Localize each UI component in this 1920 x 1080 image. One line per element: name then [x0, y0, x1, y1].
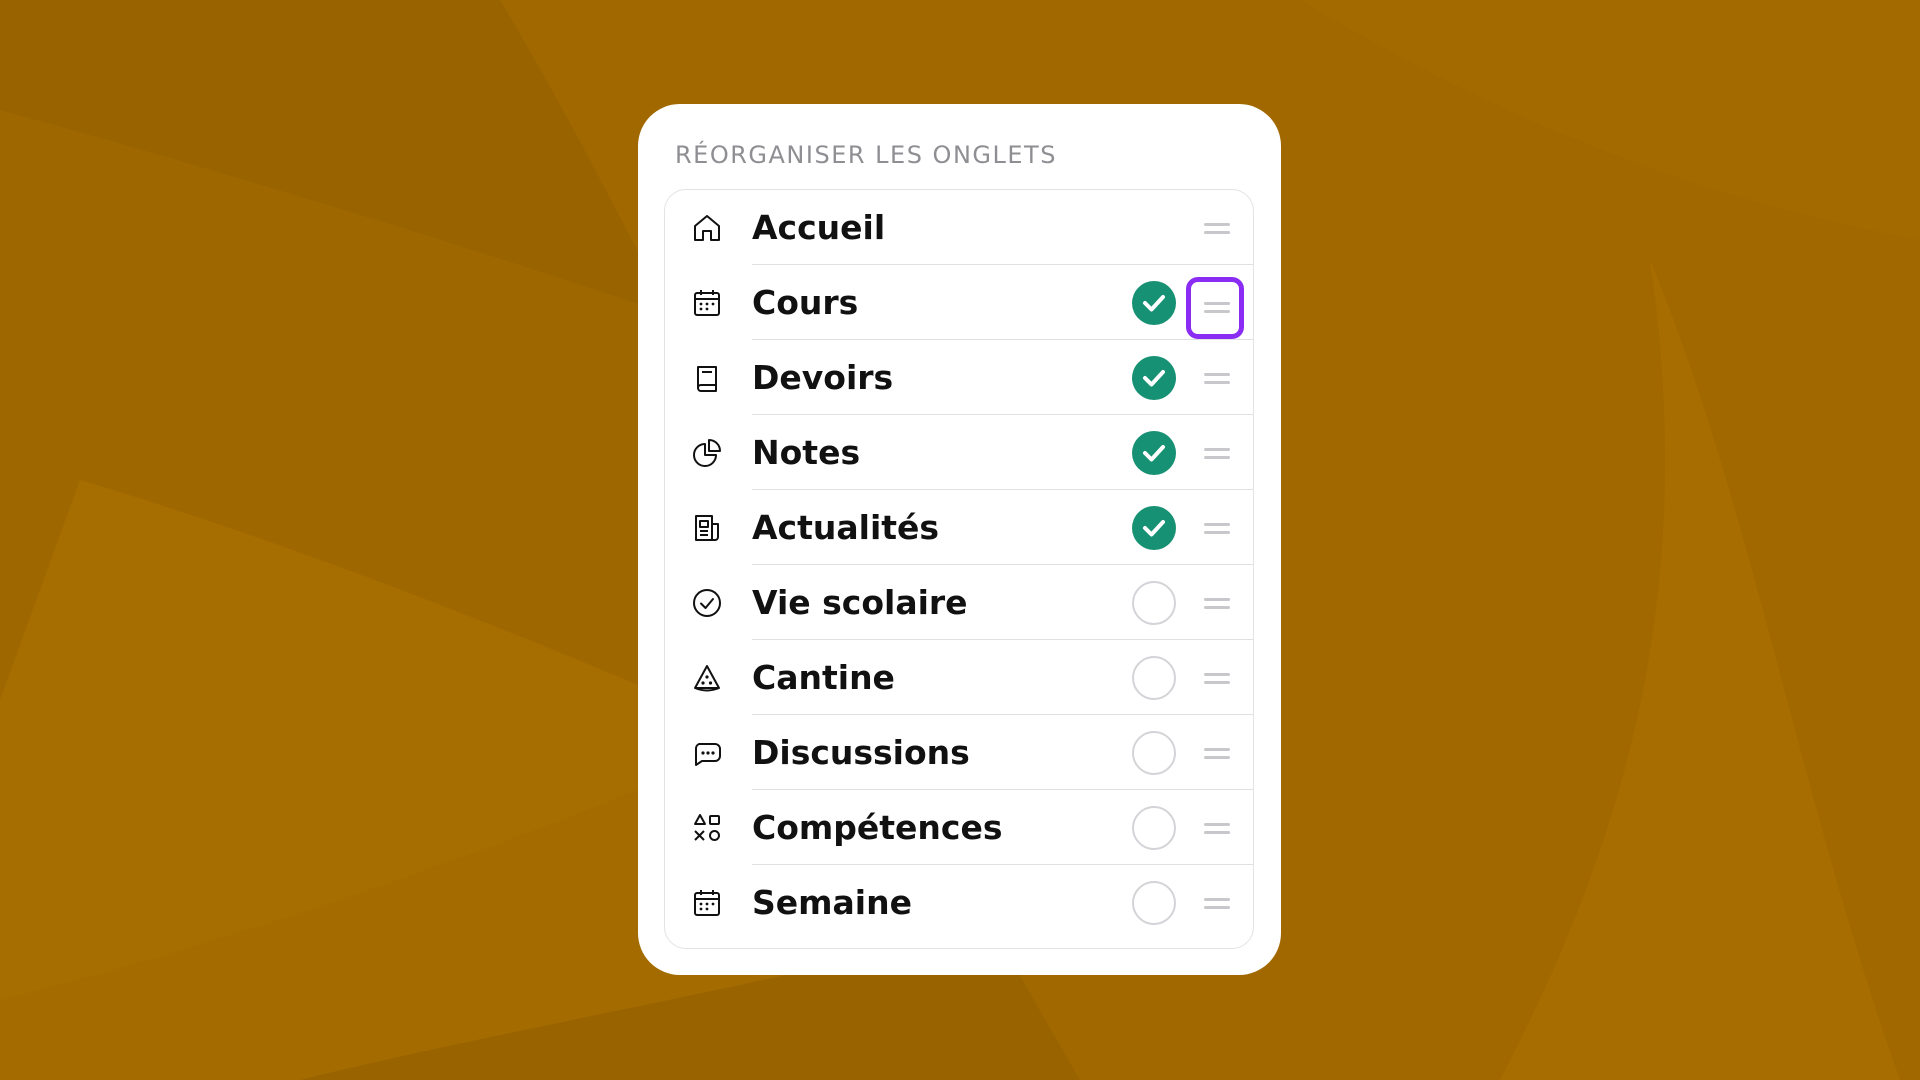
tab-row-competences[interactable]: Compétences — [665, 790, 1253, 865]
drag-handle-icon[interactable] — [1189, 732, 1245, 774]
section-title: RÉORGANISER LES ONGLETS — [675, 141, 1057, 169]
tab-label: Discussions — [752, 733, 970, 772]
chat-bubble-icon — [691, 737, 723, 769]
calendar-icon — [691, 887, 723, 919]
tab-row-devoirs[interactable]: Devoirs — [665, 340, 1253, 415]
tab-row-vie-scolaire[interactable]: Vie scolaire — [665, 565, 1253, 640]
drag-handle-icon[interactable] — [1189, 432, 1245, 474]
drag-handle-icon[interactable] — [1189, 657, 1245, 699]
enabled-checkbox[interactable] — [1132, 806, 1176, 850]
tab-row-cours[interactable]: Cours — [665, 265, 1253, 340]
calendar-icon — [691, 287, 723, 319]
enabled-checkbox[interactable] — [1132, 506, 1176, 550]
tab-row-accueil[interactable]: Accueil — [665, 190, 1253, 265]
enabled-checkbox[interactable] — [1132, 656, 1176, 700]
home-icon — [691, 212, 723, 244]
checkmark-icon — [1143, 295, 1165, 312]
drag-handle-icon[interactable] — [1189, 582, 1245, 624]
book-icon — [691, 362, 723, 394]
tab-label: Semaine — [752, 883, 912, 922]
tab-row-semaine[interactable]: Semaine — [665, 865, 1253, 940]
drag-handle-icon[interactable] — [1189, 807, 1245, 849]
newspaper-icon — [691, 512, 723, 544]
drag-handle-icon[interactable] — [1189, 507, 1245, 549]
shapes-icon — [691, 812, 723, 844]
pizza-icon — [691, 662, 723, 694]
tab-label: Vie scolaire — [752, 583, 968, 622]
drag-handle-icon[interactable] — [1189, 207, 1245, 249]
enabled-checkbox[interactable] — [1132, 431, 1176, 475]
tab-row-notes[interactable]: Notes — [665, 415, 1253, 490]
check-circle-icon — [691, 587, 723, 619]
enabled-checkbox[interactable] — [1132, 731, 1176, 775]
checkmark-icon — [1143, 520, 1165, 537]
enabled-checkbox[interactable] — [1132, 581, 1176, 625]
checkmark-icon — [1143, 370, 1165, 387]
enabled-checkbox[interactable] — [1132, 356, 1176, 400]
tab-row-actualites[interactable]: Actualités — [665, 490, 1253, 565]
enabled-checkbox[interactable] — [1132, 281, 1176, 325]
drag-handle-icon[interactable] — [1189, 882, 1245, 924]
tab-label: Cantine — [752, 658, 895, 697]
enabled-checkbox[interactable] — [1132, 881, 1176, 925]
tab-label: Cours — [752, 283, 859, 322]
reorder-tabs-panel: RÉORGANISER LES ONGLETS Accueil Cours De… — [638, 104, 1281, 975]
tab-label: Compétences — [752, 808, 1003, 847]
tabs-list: Accueil Cours Devoirs Notes Actualités V… — [664, 189, 1254, 949]
tab-label: Devoirs — [752, 358, 894, 397]
tab-row-discussions[interactable]: Discussions — [665, 715, 1253, 790]
tab-label: Accueil — [752, 208, 886, 247]
pie-chart-icon — [691, 437, 723, 469]
checkmark-icon — [1143, 445, 1165, 462]
drag-handle-icon[interactable] — [1189, 357, 1245, 399]
tab-label: Actualités — [752, 508, 940, 547]
tab-label: Notes — [752, 433, 861, 472]
drag-handle-icon[interactable] — [1186, 277, 1244, 339]
tab-row-cantine[interactable]: Cantine — [665, 640, 1253, 715]
